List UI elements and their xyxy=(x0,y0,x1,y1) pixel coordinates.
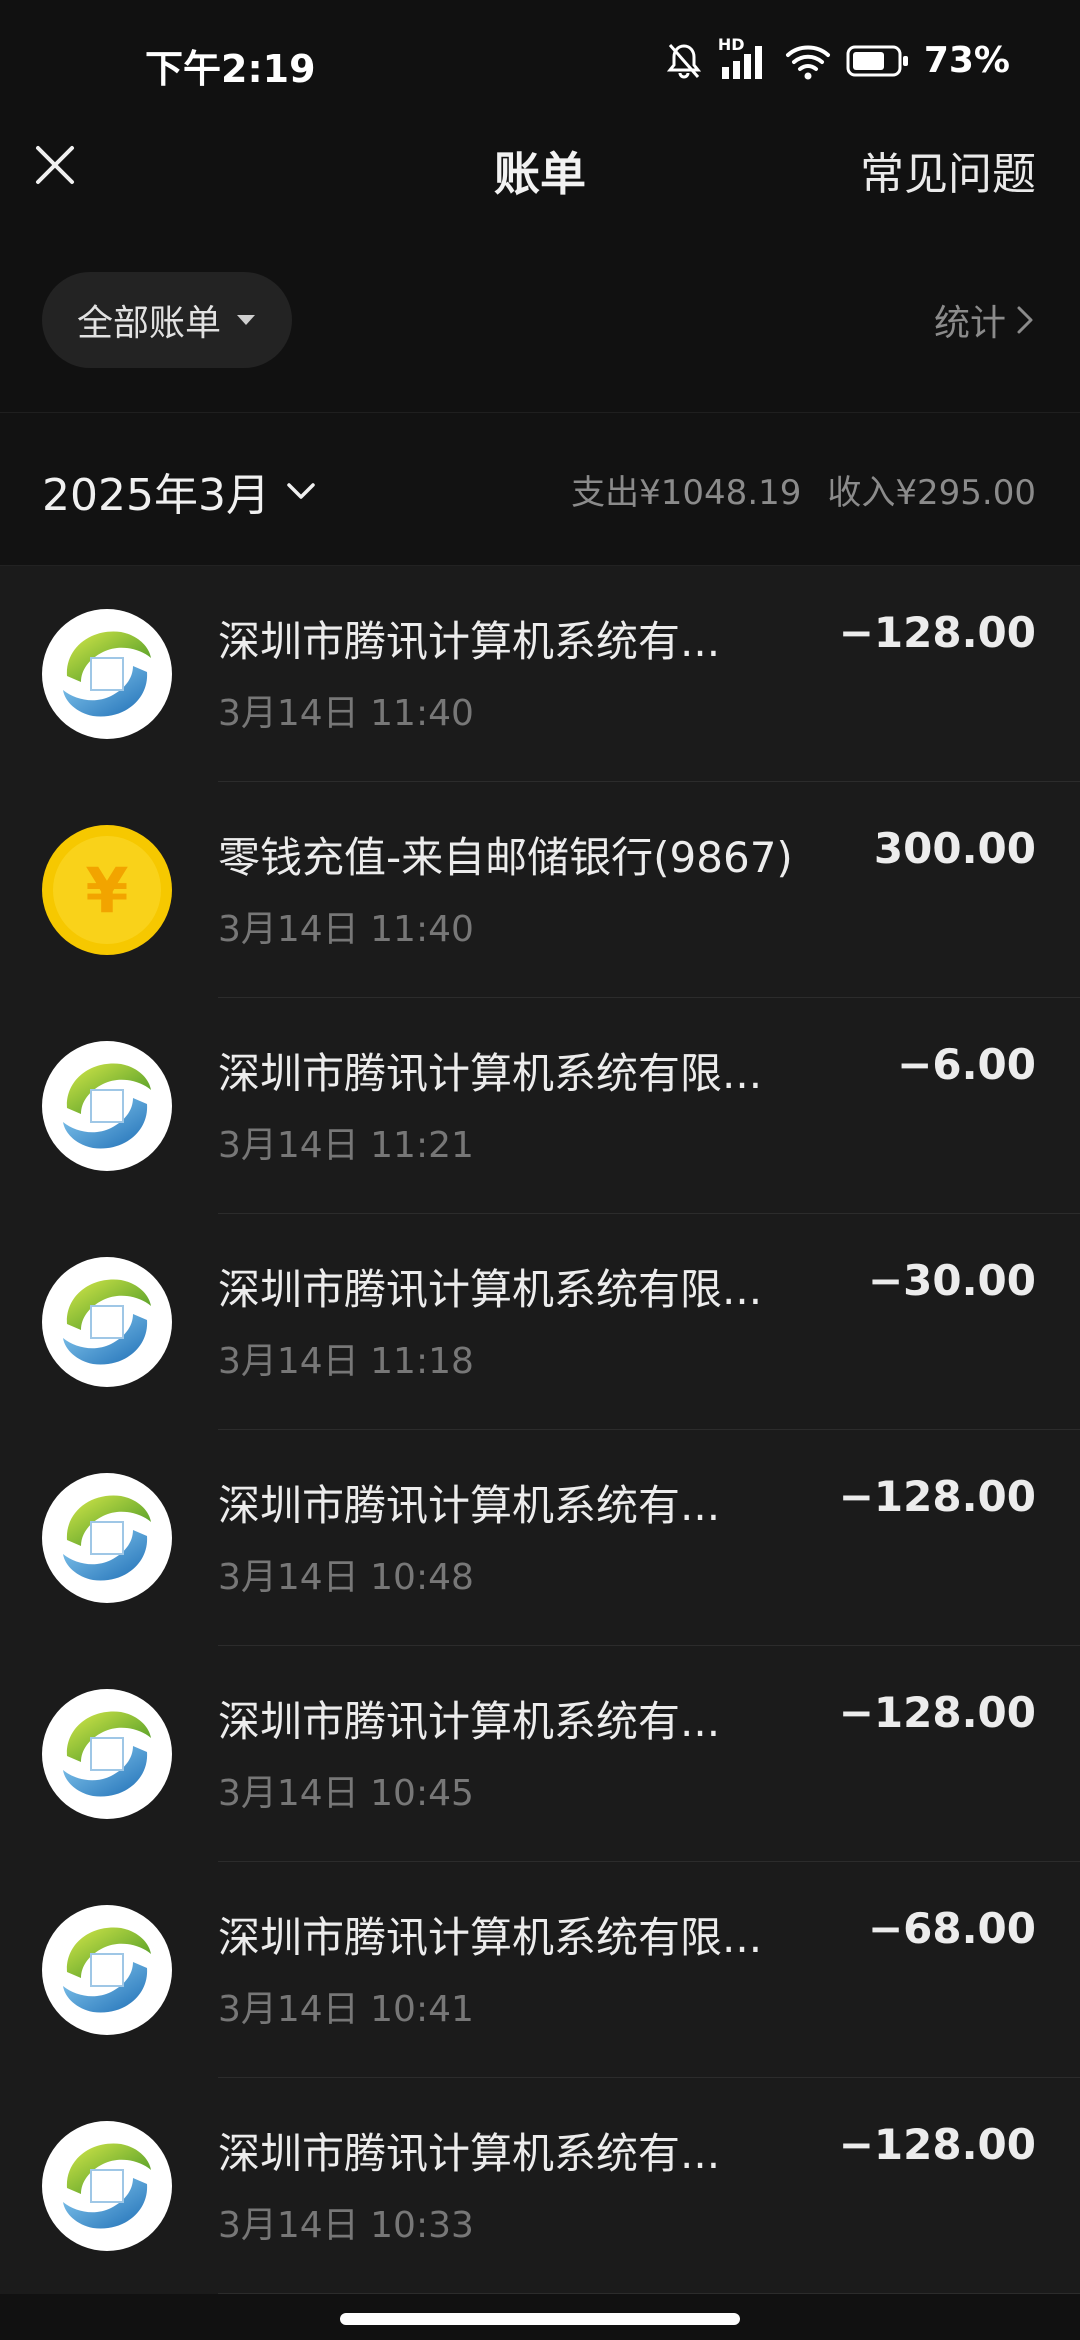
transaction-row[interactable]: 深圳市腾讯计算机系统有... 3月14日 11:40 −128.00 xyxy=(0,566,1080,782)
transaction-row[interactable]: 深圳市腾讯计算机系统有... 3月14日 10:48 −128.00 xyxy=(0,1430,1080,1646)
transaction-time: 3月14日 11:40 xyxy=(218,693,474,734)
statistics-label: 统计 xyxy=(933,303,1006,344)
transaction-time: 3月14日 11:21 xyxy=(218,1125,474,1166)
month-summary: 支出¥1048.19 收入¥295.00 xyxy=(571,465,1036,514)
transaction-amount: −128.00 xyxy=(838,2120,1036,2169)
transaction-time: 3月14日 11:18 xyxy=(218,1341,474,1382)
transaction-row[interactable]: 深圳市腾讯计算机系统有限... 3月14日 11:18 −30.00 xyxy=(0,1214,1080,1430)
transaction-amount: −30.00 xyxy=(867,1256,1036,1305)
transaction-title: 深圳市腾讯计算机系统有... xyxy=(218,1481,721,1530)
transaction-time: 3月14日 10:48 xyxy=(218,1557,474,1598)
filter-label: 全部账单 xyxy=(76,303,221,344)
expense-total: 支出¥1048.19 xyxy=(571,473,802,513)
month-text: 2025年3月 xyxy=(42,470,270,521)
home-indicator[interactable] xyxy=(340,2313,740,2325)
battery-percent: 73% xyxy=(923,40,1010,81)
chevron-down-icon xyxy=(287,483,315,499)
cellular-signal-icon: HD xyxy=(718,35,770,81)
merchant-avatar xyxy=(42,1905,172,2035)
transaction-list: 深圳市腾讯计算机系统有... 3月14日 11:40 −128.00 ¥ 零钱充值-来自… xyxy=(0,566,1080,2294)
merchant-logo-icon xyxy=(53,1916,161,2024)
merchant-avatar xyxy=(42,1689,172,1819)
transaction-time: 3月14日 10:45 xyxy=(218,1773,474,1814)
battery-icon xyxy=(846,45,908,76)
merchant-avatar xyxy=(42,1473,172,1603)
transaction-row[interactable]: ¥ 零钱充值-来自邮储银行(9867) 3月14日 11:40 300.00 xyxy=(0,782,1080,998)
status-bar: 下午2:19 HD 73% xyxy=(0,0,1080,130)
coin-symbol: ¥ xyxy=(53,836,161,944)
transaction-time: 3月14日 10:41 xyxy=(218,1989,474,2030)
transaction-title: 深圳市腾讯计算机系统有限... xyxy=(218,1265,763,1314)
merchant-avatar xyxy=(42,2121,172,2251)
merchant-logo-icon xyxy=(53,2132,161,2240)
transaction-amount: −128.00 xyxy=(838,1472,1036,1521)
transaction-amount: −68.00 xyxy=(867,1904,1036,1953)
transaction-title: 零钱充值-来自邮储银行(9867) xyxy=(218,833,793,882)
transaction-amount: 300.00 xyxy=(873,824,1036,873)
filter-row: 全部账单 统计 xyxy=(0,258,1080,413)
status-time: 下午2:19 xyxy=(145,47,316,91)
merchant-logo-icon xyxy=(53,1700,161,1808)
transaction-title: 深圳市腾讯计算机系统有... xyxy=(218,2129,721,2178)
transaction-title: 深圳市腾讯计算机系统有... xyxy=(218,1697,721,1746)
transaction-time: 3月14日 11:40 xyxy=(218,909,474,950)
transaction-title: 深圳市腾讯计算机系统有... xyxy=(218,617,721,666)
transaction-time: 3月14日 10:33 xyxy=(218,2205,474,2246)
status-icons: HD 73% xyxy=(664,35,1010,81)
transaction-amount: −128.00 xyxy=(838,608,1036,657)
merchant-logo-icon xyxy=(53,620,161,728)
transaction-amount: −128.00 xyxy=(838,1688,1036,1737)
row-divider xyxy=(218,2293,1080,2294)
statistics-link[interactable]: 统计 xyxy=(934,294,1034,346)
transaction-title: 深圳市腾讯计算机系统有限... xyxy=(218,1049,763,1098)
merchant-avatar xyxy=(42,1041,172,1171)
month-selector[interactable]: 2025年3月 xyxy=(42,459,316,523)
merchant-logo-icon xyxy=(53,1052,161,1160)
chevron-right-icon xyxy=(1017,306,1033,334)
faq-link[interactable]: 常见问题 xyxy=(860,138,1036,202)
merchant-avatar xyxy=(42,1257,172,1387)
merchant-logo-icon xyxy=(53,1484,161,1592)
caret-down-icon xyxy=(237,315,255,325)
transaction-row[interactable]: 深圳市腾讯计算机系统有限... 3月14日 11:21 −6.00 xyxy=(0,998,1080,1214)
transaction-row[interactable]: 深圳市腾讯计算机系统有... 3月14日 10:33 −128.00 xyxy=(0,2078,1080,2294)
bell-muted-icon xyxy=(666,43,701,78)
transaction-title: 深圳市腾讯计算机系统有限... xyxy=(218,1913,763,1962)
transaction-amount: −6.00 xyxy=(897,1040,1036,1089)
transaction-row[interactable]: 深圳市腾讯计算机系统有限... 3月14日 10:41 −68.00 xyxy=(0,1862,1080,2078)
merchant-avatar xyxy=(42,609,172,739)
hd-label: HD xyxy=(717,34,745,54)
bill-filter-dropdown[interactable]: 全部账单 xyxy=(42,272,292,368)
yuan-coin-icon: ¥ xyxy=(42,825,172,955)
merchant-logo-icon xyxy=(53,1268,161,1376)
income-total: 收入¥295.00 xyxy=(827,473,1036,513)
month-bar: 2025年3月 支出¥1048.19 收入¥295.00 xyxy=(0,413,1080,566)
transaction-row[interactable]: 深圳市腾讯计算机系统有... 3月14日 10:45 −128.00 xyxy=(0,1646,1080,1862)
wifi-icon xyxy=(785,45,830,79)
